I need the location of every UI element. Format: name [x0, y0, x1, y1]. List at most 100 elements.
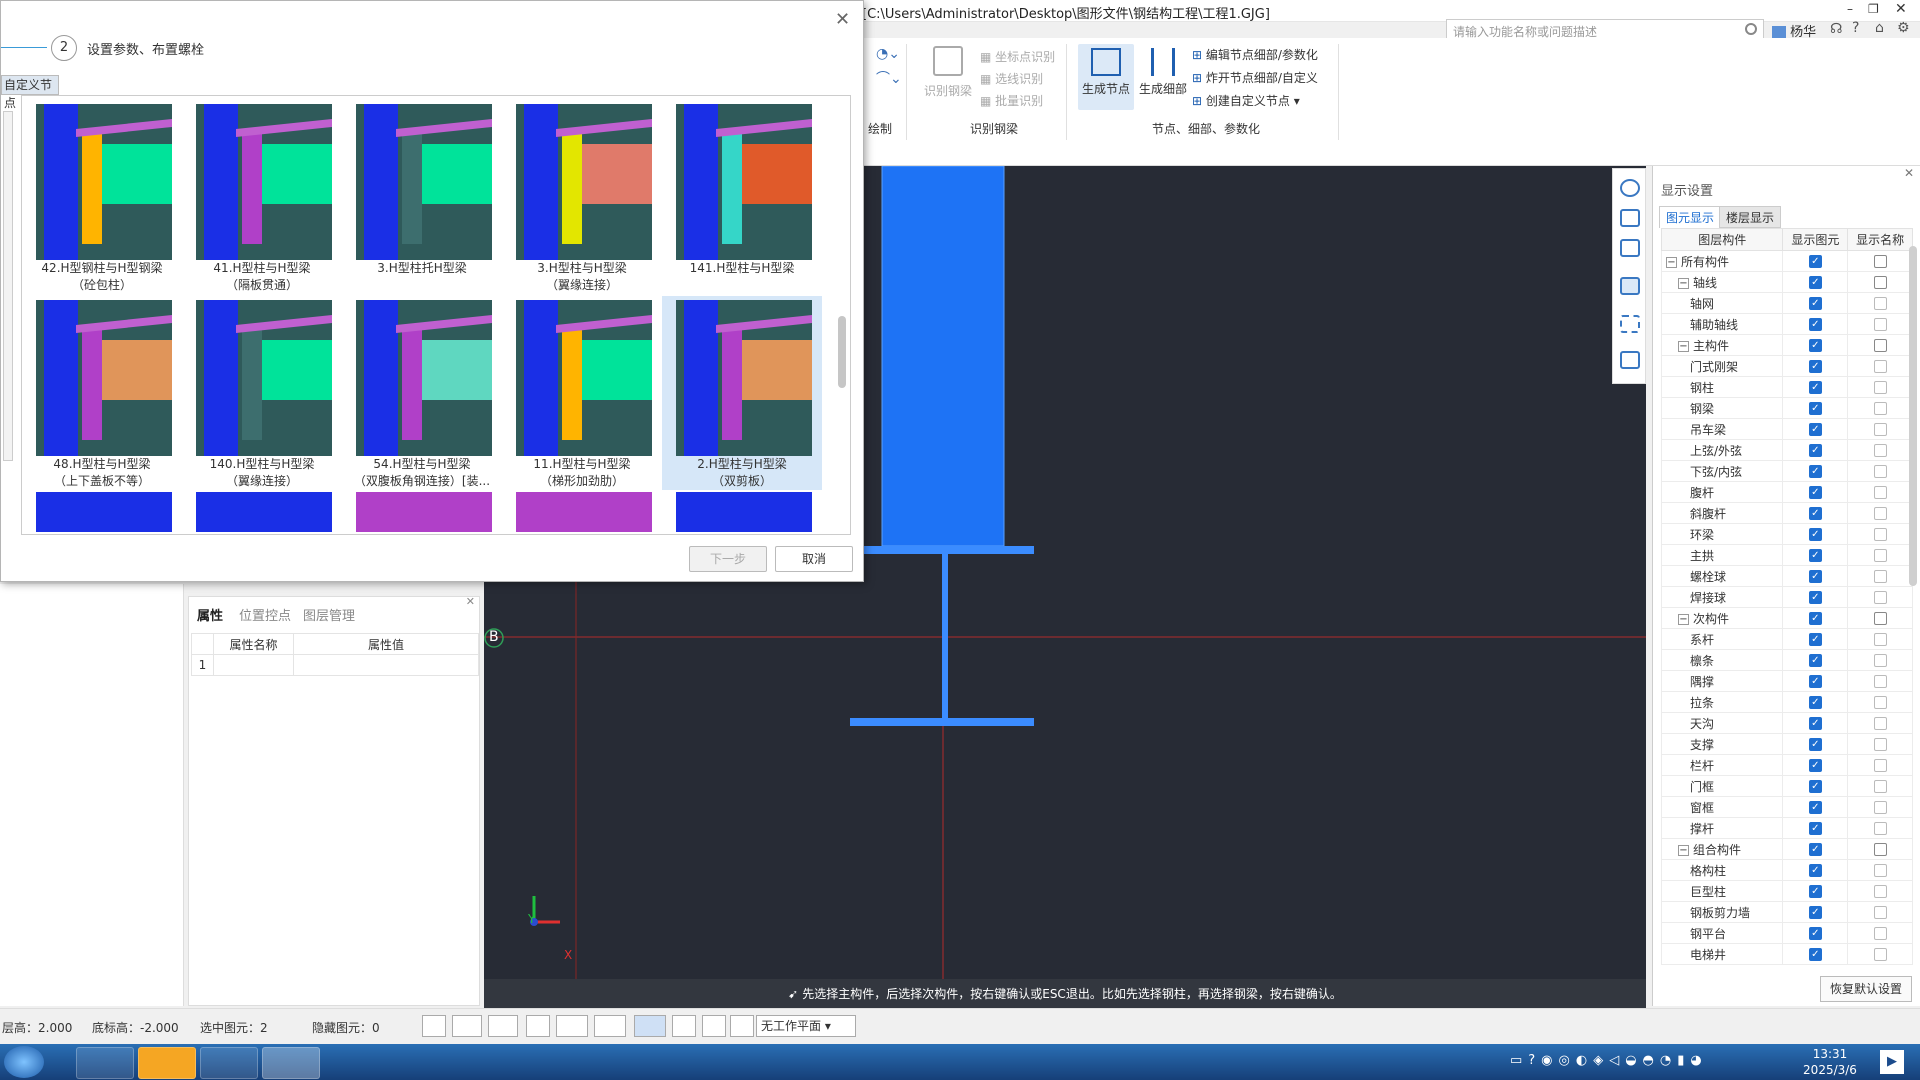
collapse-toggle-icon[interactable]: − — [1678, 340, 1689, 352]
cancel-button[interactable]: 取消 — [775, 546, 853, 572]
show-element-checkbox[interactable]: ✓ — [1808, 465, 1822, 478]
taskbar-app-cloud[interactable] — [138, 1047, 196, 1079]
tab-position-control[interactable]: 位置控点 — [239, 605, 291, 624]
show-name-checkbox[interactable] — [1873, 549, 1887, 562]
show-element-checkbox[interactable]: ✓ — [1808, 717, 1822, 730]
restore-defaults-button[interactable]: 恢复默认设置 — [1820, 976, 1912, 1002]
show-name-checkbox[interactable] — [1873, 927, 1887, 940]
show-name-checkbox[interactable] — [1873, 486, 1887, 499]
show-element-checkbox[interactable]: ✓ — [1808, 927, 1822, 940]
show-name-checkbox[interactable] — [1873, 255, 1887, 268]
curve-tool-icon[interactable]: ⌒⌄ — [876, 68, 902, 88]
collapse-toggle-icon[interactable]: − — [1666, 256, 1677, 268]
zoom-window-icon[interactable] — [672, 1015, 696, 1037]
show-name-checkbox[interactable] — [1873, 444, 1887, 457]
show-element-checkbox[interactable]: ✓ — [1808, 759, 1822, 772]
left-scroll-strip[interactable] — [3, 111, 13, 461]
minimize-icon[interactable]: – — [1847, 2, 1853, 16]
node-template-card[interactable]: 140.H型柱与H型梁 （翼缘连接） — [182, 296, 342, 490]
show-name-checkbox[interactable] — [1873, 885, 1887, 898]
show-name-checkbox[interactable] — [1873, 360, 1887, 373]
show-name-checkbox[interactable] — [1873, 276, 1887, 289]
align-icon[interactable] — [702, 1015, 726, 1037]
dialog-close-icon[interactable]: ✕ — [835, 9, 850, 30]
show-name-checkbox[interactable] — [1873, 780, 1887, 793]
show-element-checkbox[interactable]: ✓ — [1808, 633, 1822, 646]
node-template-thumbnail-partial[interactable] — [36, 492, 172, 532]
taskbar-app-ie[interactable] — [200, 1047, 258, 1079]
show-element-checkbox[interactable]: ✓ — [1808, 318, 1822, 331]
tab-floor-display[interactable]: 楼层显示 — [1719, 206, 1782, 228]
show-element-checkbox[interactable]: ✓ — [1808, 276, 1822, 289]
headset-icon[interactable]: ☊ — [1830, 21, 1842, 37]
rotate-icon[interactable] — [556, 1015, 588, 1037]
show-element-checkbox[interactable]: ✓ — [1808, 402, 1822, 415]
node-template-card[interactable]: 54.H型柱与H型梁 （双腹板角钢连接）[装... — [342, 296, 502, 490]
batch-recognize-button[interactable]: ▦ 批量识别 — [980, 92, 1043, 109]
node-template-card[interactable]: 11.H型柱与H型梁 （梯形加劲肋） — [502, 296, 662, 490]
snap-box-icon[interactable] — [452, 1015, 482, 1037]
fit-view-icon[interactable] — [1620, 315, 1640, 333]
node-template-thumbnail-partial[interactable] — [356, 492, 492, 532]
show-element-checkbox[interactable]: ✓ — [1808, 675, 1822, 688]
show-element-checkbox[interactable]: ✓ — [1808, 654, 1822, 667]
orbit-icon[interactable] — [1620, 179, 1640, 197]
grid-scrollbar[interactable] — [838, 316, 846, 388]
taskbar-app-gjg[interactable] — [262, 1047, 320, 1079]
settings-icon[interactable]: ⚙ — [1897, 20, 1910, 36]
show-name-checkbox[interactable] — [1873, 864, 1887, 877]
show-element-checkbox[interactable]: ✓ — [1808, 591, 1822, 604]
panel-scrollbar[interactable] — [1909, 246, 1917, 586]
show-name-checkbox[interactable] — [1873, 801, 1887, 814]
arc-tool-icon[interactable]: ◔⌄ — [876, 46, 900, 62]
show-name-checkbox[interactable] — [1873, 696, 1887, 709]
show-element-checkbox[interactable]: ✓ — [1808, 780, 1822, 793]
show-name-checkbox[interactable] — [1873, 906, 1887, 919]
property-value-cell[interactable] — [293, 654, 479, 676]
show-element-checkbox[interactable]: ✓ — [1808, 570, 1822, 583]
arc-icon[interactable] — [730, 1015, 754, 1037]
line-recognize-button[interactable]: ▦ 选线识别 — [980, 70, 1043, 87]
ortho-icon[interactable] — [422, 1015, 446, 1037]
show-name-checkbox[interactable] — [1873, 822, 1887, 835]
show-element-checkbox[interactable]: ✓ — [1808, 528, 1822, 541]
show-element-checkbox[interactable]: ✓ — [1808, 255, 1822, 268]
show-element-checkbox[interactable]: ✓ — [1808, 549, 1822, 562]
node-template-card[interactable]: 141.H型柱与H型梁 — [662, 100, 822, 294]
node-template-card[interactable]: 2.H型柱与H型梁 （双剪板） — [662, 296, 822, 490]
node-template-card[interactable]: 42.H型钢柱与H型钢梁 （砼包柱） — [22, 100, 182, 294]
show-element-checkbox[interactable]: ✓ — [1808, 948, 1822, 961]
props-close-icon[interactable]: ✕ — [466, 595, 475, 608]
show-element-checkbox[interactable]: ✓ — [1808, 444, 1822, 457]
collapse-toggle-icon[interactable]: − — [1678, 277, 1689, 289]
show-name-checkbox[interactable] — [1873, 465, 1887, 478]
show-name-checkbox[interactable] — [1873, 654, 1887, 667]
restore-icon[interactable]: ❐ — [1868, 2, 1879, 16]
show-element-checkbox[interactable]: ✓ — [1808, 486, 1822, 499]
coord-recognize-button[interactable]: ▦ 坐标点识别 — [980, 48, 1055, 65]
show-element-checkbox[interactable]: ✓ — [1808, 423, 1822, 436]
system-clock[interactable]: 13:31 2025/3/6 — [1795, 1046, 1865, 1078]
collapse-toggle-icon[interactable]: − — [1678, 844, 1689, 856]
show-name-checkbox[interactable] — [1873, 612, 1887, 625]
show-element-checkbox[interactable]: ✓ — [1808, 801, 1822, 814]
show-element-checkbox[interactable]: ✓ — [1808, 822, 1822, 835]
node-template-card[interactable]: 48.H型柱与H型梁 （上下盖板不等） — [22, 296, 182, 490]
show-element-checkbox[interactable]: ✓ — [1808, 906, 1822, 919]
search-icon[interactable] — [1745, 23, 1757, 35]
angle-icon[interactable] — [594, 1015, 626, 1037]
show-name-checkbox[interactable] — [1873, 591, 1887, 604]
layer-list-icon[interactable] — [1620, 351, 1640, 369]
show-name-checkbox[interactable] — [1873, 423, 1887, 436]
edit-node-detail-button[interactable]: ⊞ 编辑节点细部/参数化 — [1192, 46, 1318, 63]
node-template-card[interactable]: 3.H型柱托H型梁 — [342, 100, 502, 294]
explode-node-detail-button[interactable]: ⊞ 炸开节点细部/自定义 — [1192, 69, 1318, 86]
show-element-checkbox[interactable]: ✓ — [1808, 381, 1822, 394]
show-name-checkbox[interactable] — [1873, 738, 1887, 751]
node-template-thumbnail-partial[interactable] — [516, 492, 652, 532]
show-name-checkbox[interactable] — [1873, 528, 1887, 541]
tab-layer-management[interactable]: 图层管理 — [303, 605, 355, 624]
next-step-button[interactable]: 下一步 — [689, 546, 767, 572]
home-icon[interactable]: ⌂ — [1875, 20, 1884, 36]
node-template-thumbnail-partial[interactable] — [676, 492, 812, 532]
